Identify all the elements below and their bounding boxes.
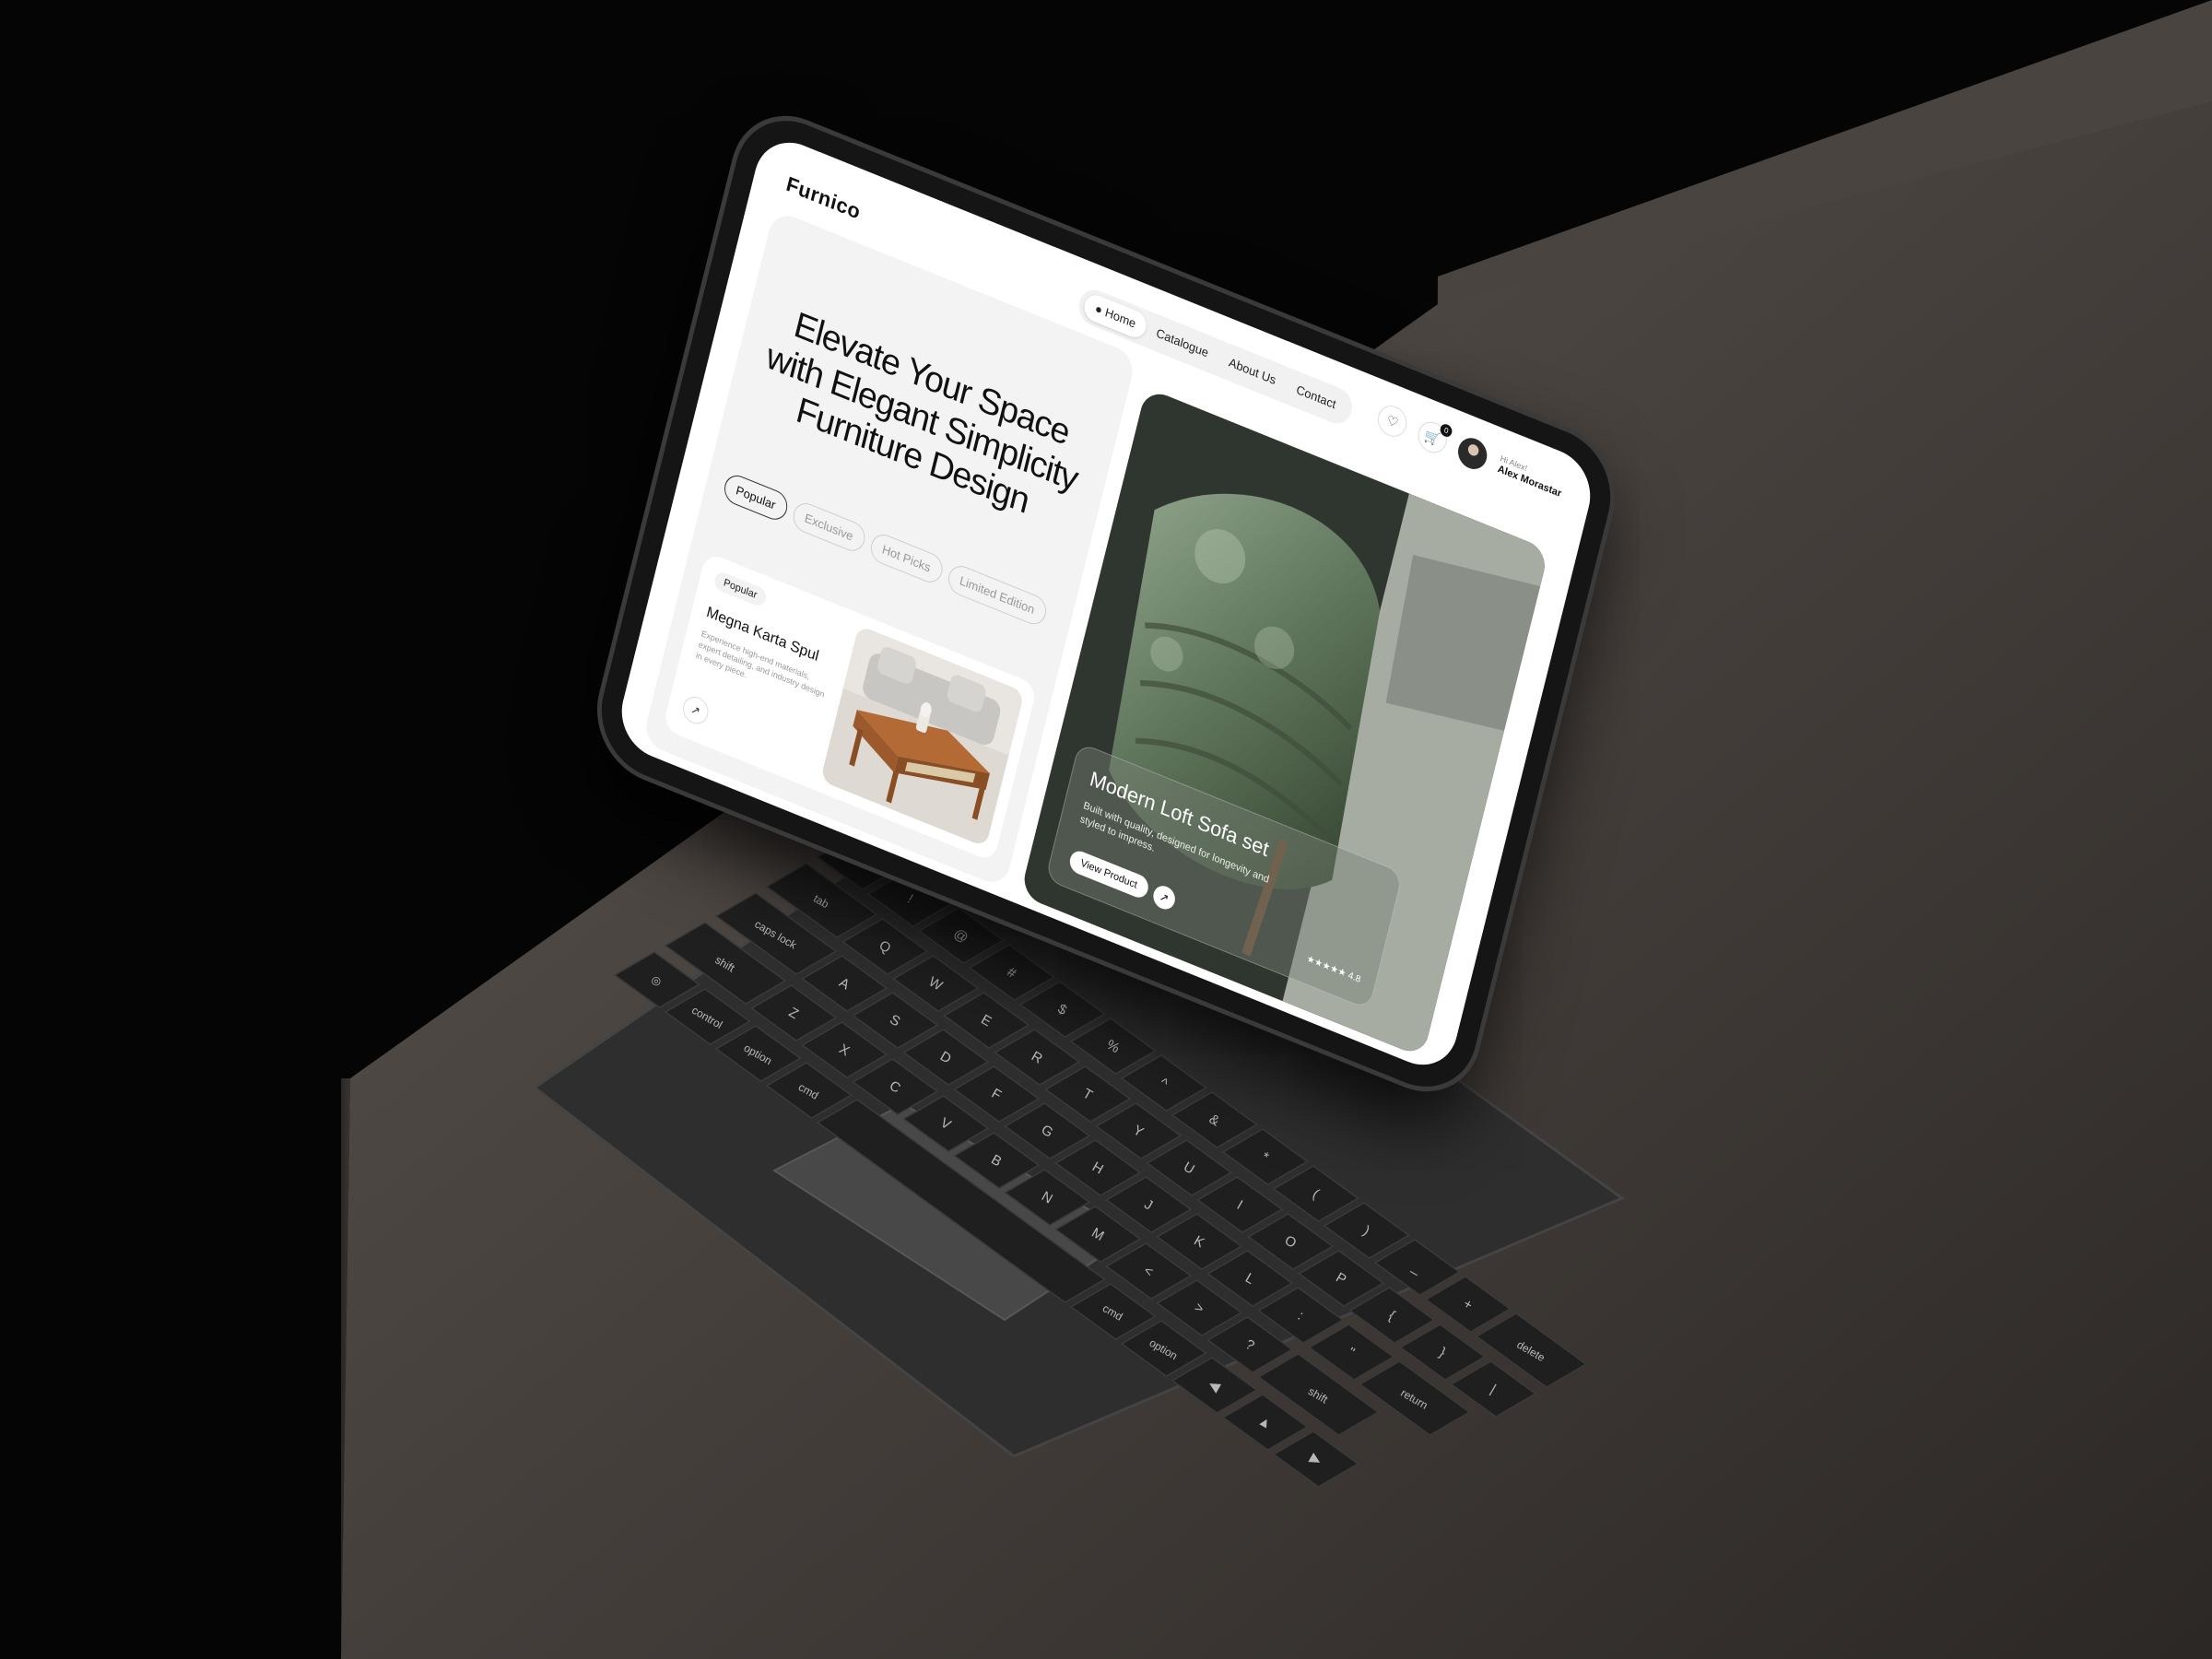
coffee-table-illustration (819, 625, 1025, 848)
chip-limited-edition[interactable]: Limited Edition (945, 561, 1050, 629)
chip-hot-picks[interactable]: Hot Picks (867, 530, 946, 587)
cart-count-badge: 0 (1439, 422, 1454, 440)
photo-scene: ~!@#$%^&*()_+deletetabQWERTYUIOP{}|caps … (0, 0, 2212, 1659)
product-tag: Popular (712, 570, 768, 609)
rating: ★★★★★ 4.8 (1305, 954, 1361, 985)
nav-contact[interactable]: Contact (1283, 372, 1349, 422)
chip-exclusive[interactable]: Exclusive (790, 499, 868, 556)
avatar[interactable] (1454, 433, 1490, 474)
cart-icon[interactable]: 🛒 0 (1415, 417, 1454, 458)
arrow-up-right-icon[interactable]: ↗ (680, 692, 712, 728)
chip-popular[interactable]: Popular (721, 471, 791, 524)
rating-stars-icon: ★★★★★ (1305, 953, 1347, 980)
nav-home[interactable]: ● Home (1081, 290, 1149, 342)
product-image-coffee-table (819, 625, 1025, 848)
logo[interactable]: Furnico (783, 171, 864, 225)
nav-home-label: Home (1103, 304, 1137, 331)
view-product-button[interactable]: View Product (1067, 847, 1150, 901)
user-info: Hi Alex! Alex Morastar (1496, 453, 1565, 500)
nav-catalogue[interactable]: Catalogue (1143, 316, 1222, 371)
arrow-up-right-icon[interactable]: ↗ (1150, 882, 1178, 913)
rating-value: 4.8 (1347, 970, 1362, 986)
heart-icon[interactable]: ♡ (1374, 401, 1410, 441)
nav-about-us[interactable]: About Us (1216, 346, 1289, 398)
